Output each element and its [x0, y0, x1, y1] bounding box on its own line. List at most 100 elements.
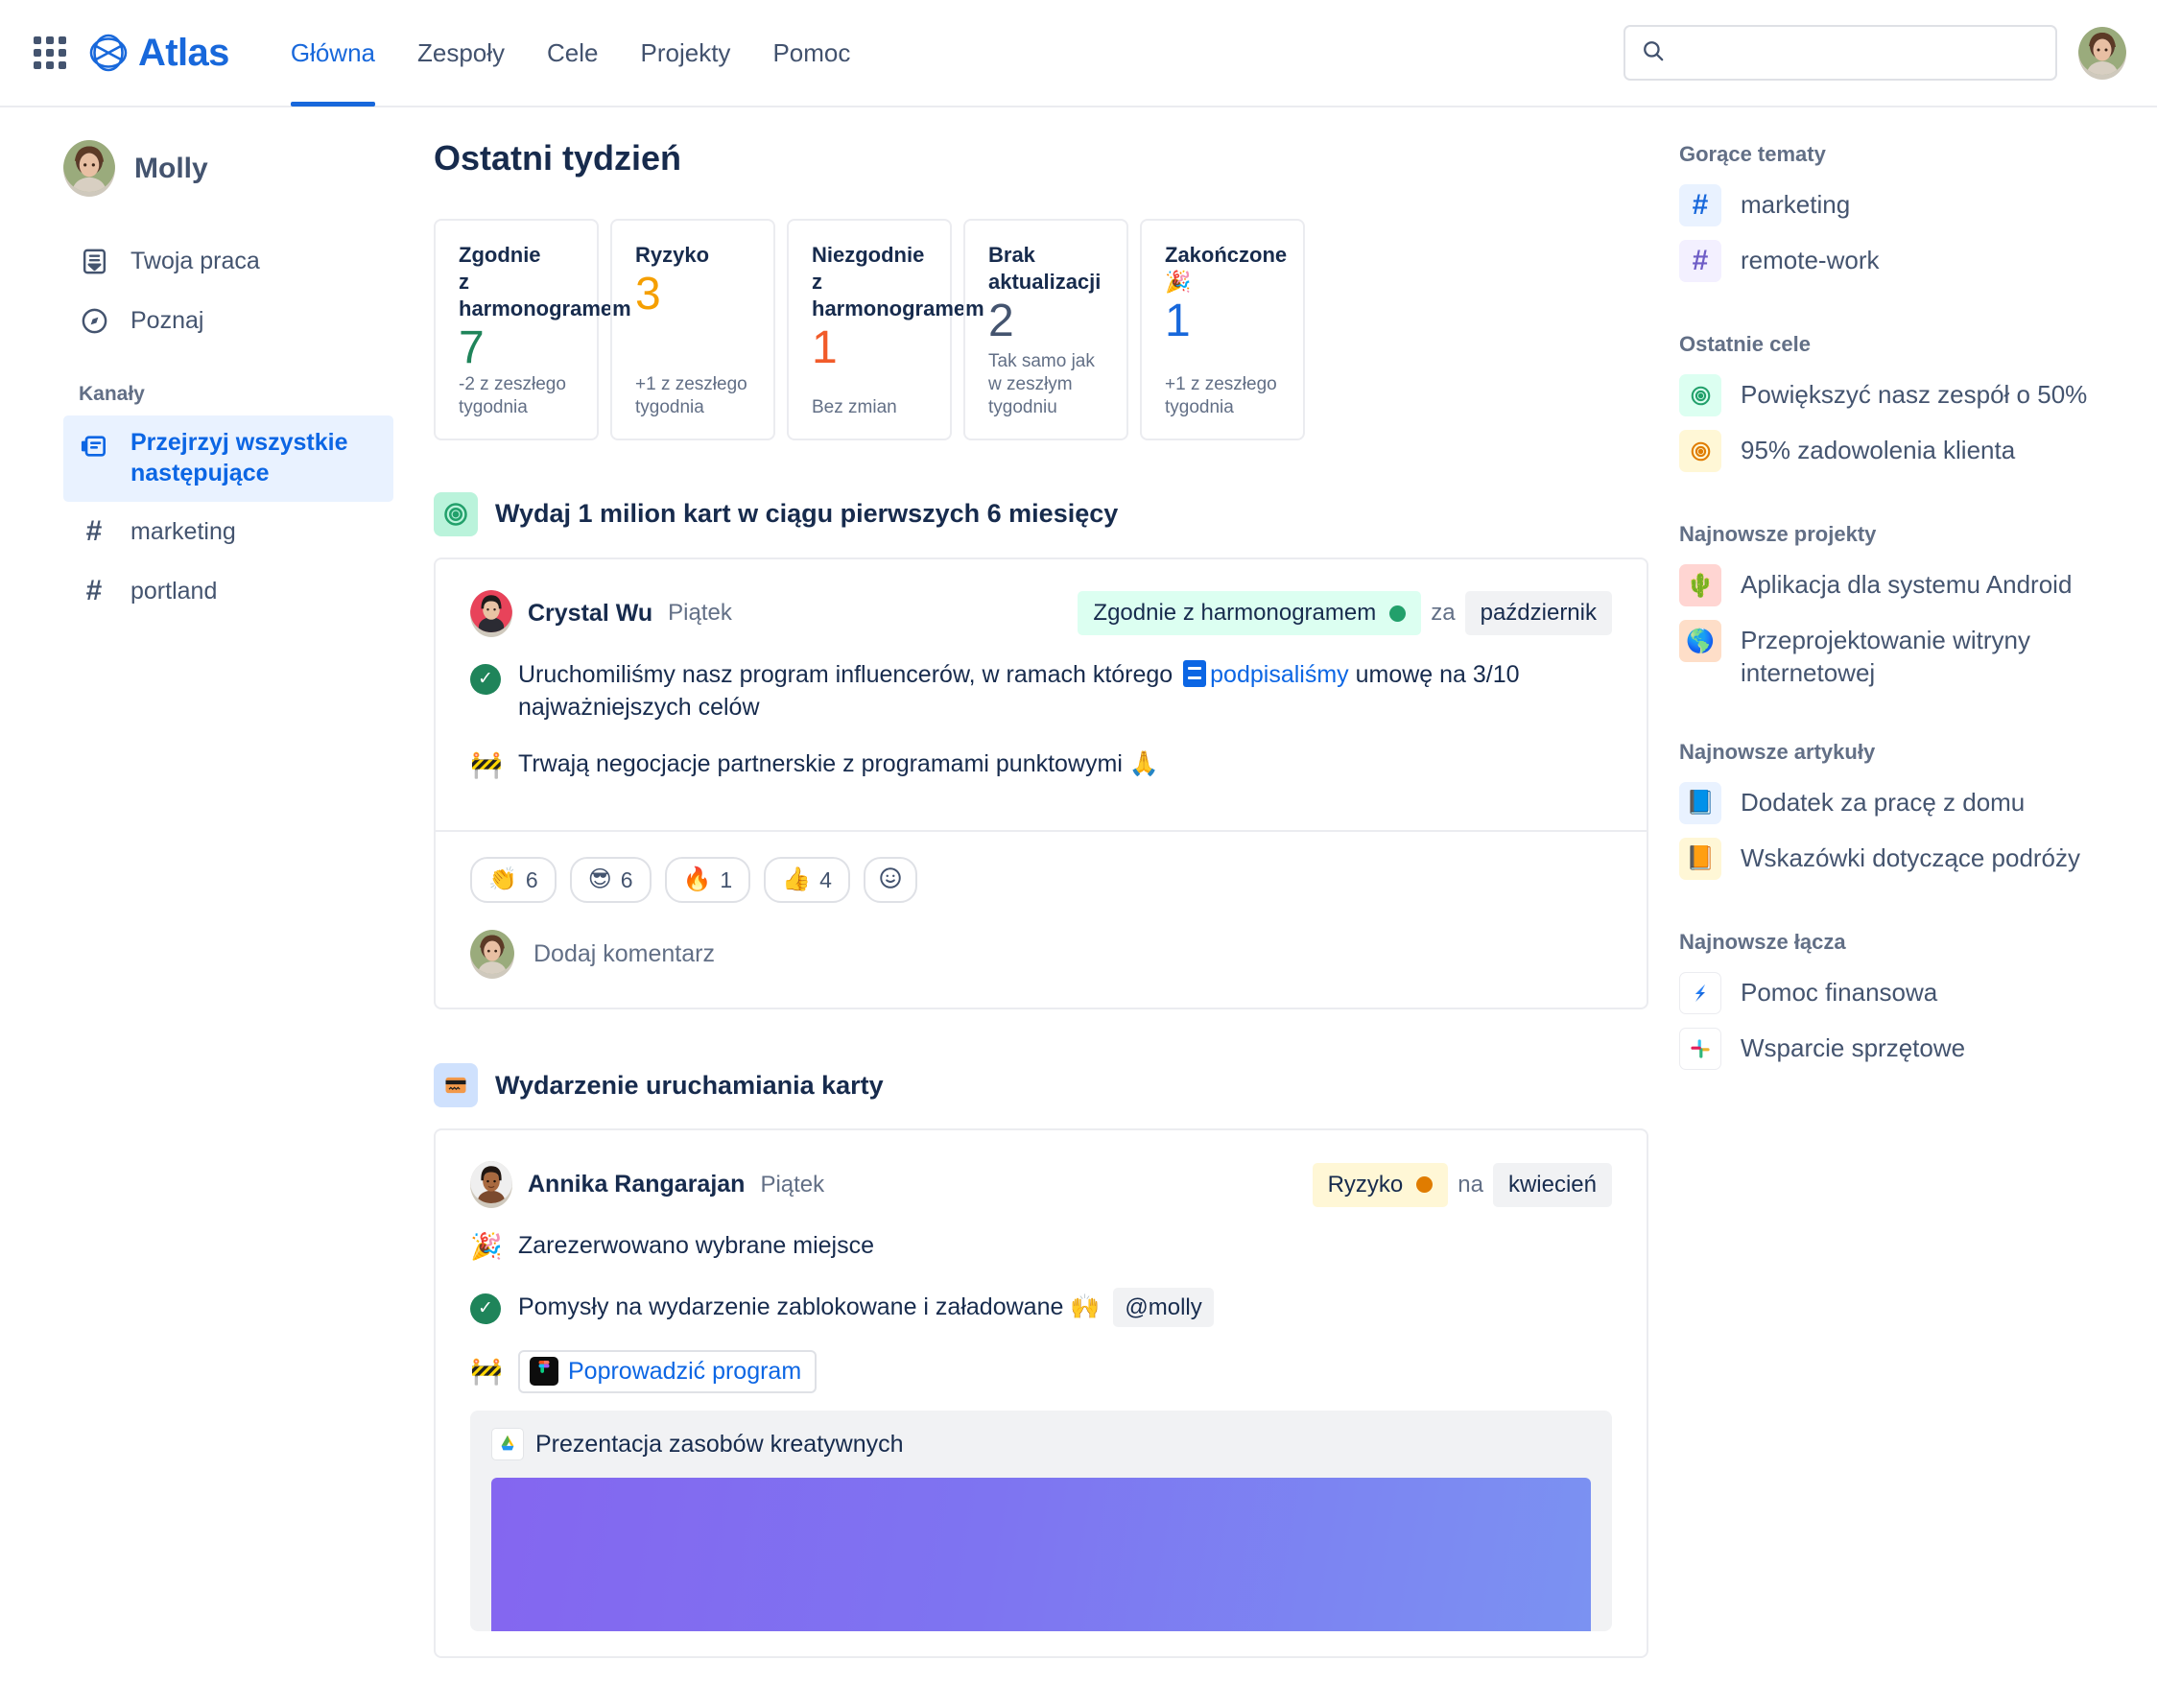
sidebar-item-poznaj[interactable]: Poznaj: [63, 291, 393, 350]
reaction-count: 1: [720, 866, 733, 892]
status-badge-label: Zgodnie z harmonogramem: [1093, 600, 1377, 627]
goal-target-icon: [434, 491, 478, 536]
update-bullet-text: Uruchomiliśmy nasz program influencerów,…: [518, 658, 1612, 724]
nav-link-cele[interactable]: Cele: [526, 0, 619, 107]
search-icon: [1641, 38, 1666, 68]
clap-emoji-icon: 👏: [488, 866, 517, 893]
recent-project-label: Aplikacja dla systemu Android: [1741, 570, 2073, 599]
nav-link-glowna[interactable]: Główna: [270, 0, 396, 107]
post-status-group: Zgodnie z harmonogramem za październik: [1078, 591, 1612, 636]
recent-goal-label: 95% zadowolenia klienta: [1741, 436, 2016, 464]
nav-link-pomoc[interactable]: Pomoc: [751, 0, 871, 107]
sidebar-item-przejrzyj-wszystkie[interactable]: Przejrzyj wszystkie następujące: [63, 415, 393, 502]
feed-icon: [79, 431, 109, 462]
period-badge[interactable]: kwiecień: [1492, 1162, 1612, 1207]
profile-avatar: [63, 140, 115, 197]
stat-card-at-risk[interactable]: Ryzyko 3 +1 z zeszłego tygodnia: [610, 219, 775, 440]
stat-value: 1: [1165, 296, 1191, 347]
atlas-logo-icon: [88, 33, 129, 73]
hot-topic-label: remote-work: [1741, 246, 1880, 274]
stat-title: Zakończone 🎉: [1165, 243, 1288, 295]
post-timestamp: Piątek: [760, 1171, 825, 1198]
stat-card-done[interactable]: Zakończone 🎉 1 +1 z zeszłego tygodnia: [1140, 219, 1305, 440]
recent-article-label: Dodatek za pracę z domu: [1741, 787, 2026, 817]
hot-topic-remote-work[interactable]: # remote-work: [1679, 240, 2119, 282]
search-input[interactable]: [1677, 40, 2040, 65]
recent-project-website-redesign[interactable]: 🌎 Przeprojektowanie witryny internetowej: [1679, 620, 2119, 690]
stat-subtext: +1 z zeszłego tygodnia: [635, 373, 747, 417]
mention-chip[interactable]: @molly: [1113, 1288, 1214, 1328]
update-card-project: Annika Rangarajan Piątek Ryzyko na kwiec…: [434, 1128, 1648, 1659]
recent-goal-grow-team[interactable]: Powiększyć nasz zespół o 50%: [1679, 374, 2119, 416]
right-section-heading-recent-links: Najnowsze łącza: [1679, 929, 1846, 954]
status-connector: na: [1458, 1171, 1483, 1198]
recent-project-label: Przeprojektowanie witryny internetowej: [1741, 626, 2031, 687]
left-sidebar: Molly Twoja praca Poznaj Kanały Przejrzy…: [0, 107, 422, 1708]
reactions-row: 👏 6 😎 6 🔥 1 👍 4: [470, 857, 1612, 904]
hot-topic-marketing[interactable]: # marketing: [1679, 184, 2119, 226]
stat-subtext: -2 z zeszłego tygodnia: [459, 373, 566, 417]
stat-value: 2: [988, 296, 1014, 347]
figma-link-chip[interactable]: Poprowadzić program: [518, 1350, 818, 1394]
reaction-count: 6: [620, 866, 633, 892]
reaction-thumbsup[interactable]: 👍 4: [764, 857, 850, 904]
status-badge-label: Ryzyko: [1327, 1171, 1404, 1198]
smiley-face-icon: [878, 866, 903, 895]
feed-header-goal[interactable]: Wydaj 1 milion kart w ciągu pierwszych 6…: [434, 491, 1648, 536]
nav-link-zespoly[interactable]: Zespoły: [396, 0, 526, 107]
sidebar-item-twoja-praca[interactable]: Twoja praca: [63, 231, 393, 291]
recent-link-hardware-support[interactable]: Wsparcie sprzętowe: [1679, 1027, 2119, 1070]
nav-link-projekty[interactable]: Projekty: [620, 0, 752, 107]
add-comment-row[interactable]: Dodaj komentarz: [470, 930, 1612, 980]
stat-card-off-track[interactable]: Niezgodnie z harmonogramem 1 Bez zmian: [787, 219, 984, 440]
update-bullet: 🚧 Poprowadzić program: [470, 1350, 1612, 1394]
author-avatar[interactable]: [470, 589, 512, 637]
check-icon: ✓: [470, 658, 503, 695]
sidebar-item-marketing[interactable]: # marketing: [63, 502, 393, 561]
update-bullet-text: Trwają negocjacje partnerskie z programa…: [518, 749, 1159, 777]
status-badge[interactable]: Zgodnie z harmonogramem: [1078, 591, 1422, 636]
update-bullet: ✓ Pomysły na wydarzenie zablokowane i za…: [470, 1288, 1612, 1328]
hash-icon: #: [85, 575, 103, 606]
user-avatar[interactable]: [2078, 26, 2126, 80]
recent-project-android-app[interactable]: 🌵 Aplikacja dla systemu Android: [1679, 564, 2119, 606]
figma-link-label: Poprowadzić program: [568, 1357, 802, 1385]
sidebar-profile[interactable]: Molly: [63, 140, 393, 197]
recent-goal-customer-satisfaction[interactable]: 95% zadowolenia klienta: [1679, 430, 2119, 472]
fire-emoji-icon: 🔥: [682, 866, 712, 893]
sidebar-item-portland[interactable]: # portland: [63, 561, 393, 621]
add-reaction-button[interactable]: [863, 857, 917, 904]
period-badge[interactable]: październik: [1464, 591, 1612, 636]
construction-icon: 🚧: [470, 749, 503, 779]
stat-card-no-update[interactable]: Brak aktualizacji 2 Tak samo jak w zeszł…: [963, 219, 1128, 440]
status-badge[interactable]: Ryzyko: [1312, 1162, 1449, 1207]
recent-link-financial-help[interactable]: Pomoc finansowa: [1679, 971, 2119, 1014]
embed-thumbnail[interactable]: [491, 1478, 1591, 1632]
reaction-count: 6: [525, 866, 538, 892]
stat-value: 3: [635, 269, 661, 320]
right-sidebar: Gorące tematy # marketing # remote-work …: [1648, 107, 2157, 1708]
construction-icon: 🚧: [470, 1357, 503, 1387]
author-avatar[interactable]: [470, 1161, 512, 1209]
sidebar-section-label: Kanały: [79, 383, 145, 405]
goal-target-icon: [1679, 374, 1721, 416]
inline-link[interactable]: podpisaliśmy: [1210, 661, 1349, 688]
right-section-heading-recent-articles: Najnowsze artykuły: [1679, 739, 1876, 764]
update-bullet-text: Pomysły na wydarzenie zablokowane i zała…: [518, 1288, 1214, 1328]
book-icon: 📙: [1679, 837, 1721, 880]
atlas-brand-logo[interactable]: Atlas: [88, 32, 229, 75]
reaction-fire[interactable]: 🔥 1: [664, 857, 751, 904]
app-switcher-icon[interactable]: [29, 32, 71, 74]
google-drive-embed[interactable]: Prezentacja zasobów kreatywnych: [470, 1411, 1612, 1632]
search-box[interactable]: [1624, 25, 2057, 81]
recent-article-wfh-allowance[interactable]: 📘 Dodatek za pracę z domu: [1679, 781, 2119, 824]
feed-header-project[interactable]: Wydarzenie uruchamiania karty: [434, 1063, 1648, 1108]
reactions-section: 👏 6 😎 6 🔥 1 👍 4 Dodaj komentarz: [436, 830, 1647, 1008]
document-icon: [1183, 659, 1207, 687]
recent-article-travel-tips[interactable]: 📙 Wskazówki dotyczące podróży: [1679, 837, 2119, 880]
page-title: Ostatni tydzień: [434, 138, 682, 178]
add-comment-input[interactable]: Dodaj komentarz: [533, 940, 715, 968]
reaction-sunglasses[interactable]: 😎 6: [569, 857, 652, 904]
reaction-clap[interactable]: 👏 6: [470, 857, 557, 904]
stat-card-on-track[interactable]: Zgodnie z harmonogramem 7 -2 z zeszłego …: [434, 219, 631, 440]
